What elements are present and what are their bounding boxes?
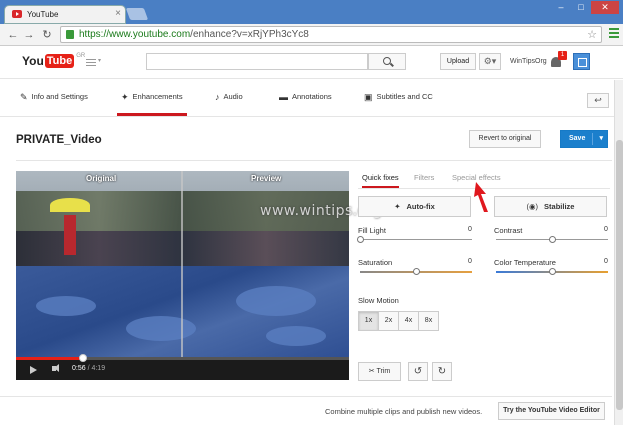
address-bar[interactable]: https://www.youtube.com/enhance?v=xRjYPh… bbox=[60, 26, 602, 43]
umbrella-image bbox=[50, 198, 90, 212]
tab-audio[interactable]: ♪ Audio bbox=[215, 92, 243, 116]
play-icon[interactable] bbox=[30, 366, 37, 374]
contrast-label: Contrast bbox=[494, 226, 523, 235]
search-button[interactable] bbox=[368, 53, 406, 70]
youtube-logo[interactable]: You Tube GR bbox=[22, 53, 85, 68]
slow-motion-speed-group: 1x 2x 4x 8x bbox=[358, 311, 439, 331]
page-title: PRIVATE_Video bbox=[16, 134, 102, 146]
fill-light-label: Fill Light bbox=[358, 226, 386, 235]
color-temperature-value: 0 bbox=[604, 258, 608, 265]
speed-8x-button[interactable]: 8x bbox=[418, 311, 439, 331]
notification-badge: 1 bbox=[558, 51, 567, 60]
slow-motion-label: Slow Motion bbox=[358, 296, 399, 305]
tab-quick-fixes[interactable]: Quick fixes bbox=[362, 173, 399, 188]
speed-1x-button[interactable]: 1x bbox=[358, 311, 379, 331]
speed-4x-button[interactable]: 4x bbox=[398, 311, 419, 331]
saturation-value: 0 bbox=[468, 258, 472, 265]
chevron-down-icon: ▾ bbox=[98, 58, 102, 64]
stabilize-button[interactable]: (◉) Stabilize bbox=[494, 196, 607, 217]
scrollbar[interactable] bbox=[614, 80, 623, 425]
video-controls: 0:56 / 4:19 bbox=[16, 354, 349, 380]
chrome-menu-icon[interactable] bbox=[609, 28, 619, 38]
volume-icon[interactable] bbox=[52, 364, 59, 372]
contrast-value: 0 bbox=[604, 226, 608, 233]
scissors-icon: ✂ bbox=[368, 368, 375, 375]
footer-text: Combine multiple clips and publish new v… bbox=[325, 407, 483, 416]
contrast-slider-handle[interactable] bbox=[548, 236, 556, 243]
reload-icon[interactable]: ↻ bbox=[40, 28, 54, 42]
auto-fix-button[interactable]: ✦ Auto-fix bbox=[358, 196, 471, 217]
pencil-icon: ✎ bbox=[20, 92, 28, 102]
music-note-icon: ♪ bbox=[215, 92, 220, 102]
progress-fill bbox=[16, 357, 83, 360]
search-input[interactable] bbox=[146, 53, 368, 70]
person-image bbox=[64, 215, 76, 255]
fill-light-value: 0 bbox=[468, 226, 472, 233]
progress-bar[interactable] bbox=[16, 354, 349, 362]
tab-annotations[interactable]: ▬ Annotations bbox=[279, 92, 332, 116]
footer: Combine multiple clips and publish new v… bbox=[0, 396, 612, 425]
divider bbox=[16, 160, 612, 161]
rotate-left-button[interactable]: ↺ bbox=[408, 362, 428, 381]
avatar[interactable] bbox=[573, 53, 590, 70]
save-button[interactable]: Save ▾ bbox=[560, 130, 608, 148]
browser-tab-title: YouTube bbox=[27, 10, 59, 19]
scrubber-handle[interactable] bbox=[78, 354, 87, 362]
guide-menu-icon[interactable] bbox=[86, 59, 96, 68]
back-button[interactable]: ↩ bbox=[587, 93, 609, 108]
search-icon bbox=[383, 57, 391, 65]
revert-to-original-button[interactable]: Revert to original bbox=[469, 130, 541, 148]
new-tab-button[interactable] bbox=[125, 8, 149, 20]
forward-arrow-icon[interactable]: → bbox=[22, 28, 36, 42]
youtube-header: You Tube GR ▾ Upload ⚙▾ WinTipsOrg 1 bbox=[0, 47, 623, 79]
undo-arrow-icon: ↩ bbox=[594, 95, 602, 105]
speech-bubble-icon: ▬ bbox=[279, 92, 288, 102]
chevron-down-icon[interactable]: ▾ bbox=[599, 131, 603, 147]
window-controls: – □ ✕ bbox=[551, 1, 619, 14]
comparison-divider[interactable] bbox=[181, 171, 183, 359]
back-arrow-icon[interactable]: ← bbox=[6, 28, 20, 42]
browser-toolbar: ← → ↻ https://www.youtube.com/enhance?v=… bbox=[0, 24, 623, 46]
close-tab-icon[interactable]: × bbox=[115, 8, 121, 19]
browser-tab-strip: YouTube × – □ ✕ bbox=[0, 0, 623, 24]
cc-icon: ▣ bbox=[364, 92, 373, 102]
tab-filters[interactable]: Filters bbox=[414, 173, 434, 188]
lock-icon bbox=[66, 30, 74, 39]
rotate-right-button[interactable]: ↻ bbox=[432, 362, 452, 381]
upload-button[interactable]: Upload bbox=[440, 53, 476, 70]
rotate-left-icon: ↺ bbox=[413, 366, 423, 377]
url-text: https://www.youtube.com/enhance?v=xRjYPh… bbox=[79, 29, 309, 40]
saturation-label: Saturation bbox=[358, 258, 393, 267]
close-window-icon[interactable]: ✕ bbox=[591, 1, 619, 14]
video-editor-button[interactable]: Try the YouTube Video Editor bbox=[498, 402, 605, 420]
saturation-slider-handle[interactable] bbox=[412, 268, 420, 275]
magic-wand-icon: ✦ bbox=[394, 202, 401, 211]
settings-button[interactable]: ⚙▾ bbox=[479, 53, 501, 70]
username: WinTipsOrg bbox=[510, 58, 547, 65]
rotate-right-icon: ↻ bbox=[437, 366, 447, 377]
editor-tab-bar: ✎ Info and Settings ✦ Enhancements ♪ Aud… bbox=[0, 80, 623, 117]
bookmark-star-icon[interactable]: ☆ bbox=[587, 28, 597, 41]
color-temperature-slider-handle[interactable] bbox=[548, 268, 556, 275]
original-label: Original bbox=[86, 174, 117, 183]
speed-2x-button[interactable]: 2x bbox=[378, 311, 399, 331]
trim-button[interactable]: ✂ Trim bbox=[358, 362, 401, 381]
tab-enhancements[interactable]: ✦ Enhancements bbox=[117, 92, 187, 116]
maximize-icon[interactable]: □ bbox=[571, 1, 591, 14]
tab-subtitles-and-cc[interactable]: ▣ Subtitles and CC bbox=[364, 92, 433, 116]
stabilize-icon: (◉) bbox=[526, 202, 539, 211]
tab-info-and-settings[interactable]: ✎ Info and Settings bbox=[20, 92, 88, 116]
browser-tab[interactable]: YouTube × bbox=[4, 5, 126, 24]
magic-wand-icon: ✦ bbox=[121, 92, 129, 102]
red-arrow-annotation-icon bbox=[474, 182, 488, 212]
minimize-icon[interactable]: – bbox=[551, 1, 571, 14]
fill-light-slider-handle[interactable] bbox=[356, 236, 364, 243]
scrollbar-thumb[interactable] bbox=[616, 140, 623, 410]
fill-light-slider[interactable] bbox=[360, 239, 472, 240]
timecode: 0:56 / 4:19 bbox=[72, 365, 106, 372]
gear-icon: ⚙▾ bbox=[483, 56, 497, 66]
preview-label: Preview bbox=[251, 174, 282, 183]
youtube-favicon-icon bbox=[12, 10, 22, 18]
color-temperature-label: Color Temperature bbox=[494, 258, 556, 267]
